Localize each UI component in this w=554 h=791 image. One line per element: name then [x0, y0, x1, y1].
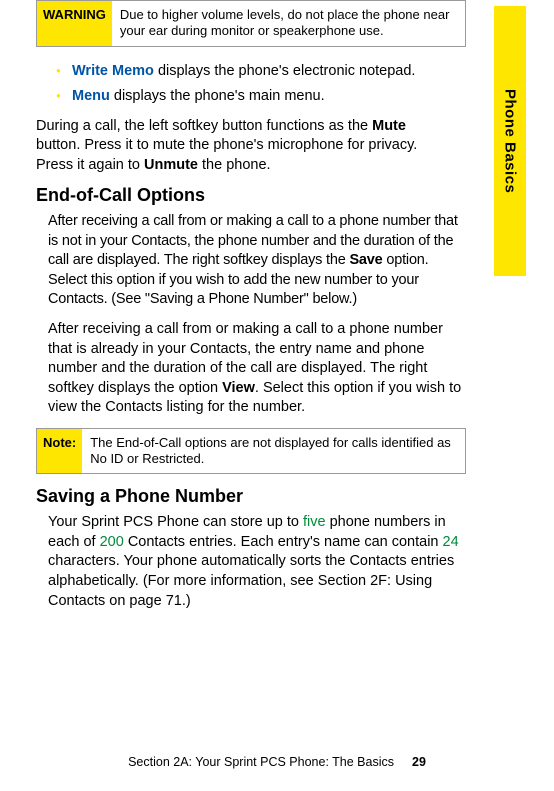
page: Phone Basics WARNING Due to higher volum… — [0, 0, 554, 791]
mute-bold: Mute — [372, 118, 406, 134]
eoc-paragraph-2: After receiving a call from or making a … — [48, 320, 462, 418]
unmute-bold: Unmute — [144, 157, 198, 173]
saving-paragraph: Your Sprint PCS Phone can store up to fi… — [48, 513, 462, 611]
heading-end-of-call: End-of-Call Options — [36, 185, 466, 206]
save-option-bold: Save — [349, 252, 382, 268]
eoc-paragraph-1: After receiving a call from or making a … — [48, 212, 462, 310]
content-column: WARNING Due to higher volume levels, do … — [36, 0, 466, 611]
bullet-text: displays the phone's main menu. — [110, 88, 325, 104]
bullet-lead: Menu — [72, 88, 110, 104]
view-option-bold: View — [222, 380, 255, 396]
note-label: Note: — [37, 429, 82, 474]
warning-label: WARNING — [37, 1, 112, 46]
section-tab: Phone Basics — [494, 6, 526, 276]
footer-section-text: Section 2A: Your Sprint PCS Phone: The B… — [128, 755, 394, 769]
heading-saving-number: Saving a Phone Number — [36, 486, 466, 507]
mute-paragraph: During a call, the left softkey button f… — [36, 117, 450, 176]
footer-page-number: 29 — [412, 755, 426, 769]
list-item: Menu displays the phone's main menu. — [58, 86, 466, 107]
warning-box: WARNING Due to higher volume levels, do … — [36, 0, 466, 47]
bullet-lead: Write Memo — [72, 63, 154, 79]
section-tab-label: Phone Basics — [502, 89, 519, 193]
value-five: five — [303, 514, 326, 530]
note-box: Note: The End-of-Call options are not di… — [36, 428, 466, 475]
value-24: 24 — [443, 534, 459, 550]
bullet-text: displays the phone's electronic notepad. — [154, 63, 416, 79]
list-item: Write Memo displays the phone's electron… — [58, 61, 466, 82]
page-footer: Section 2A: Your Sprint PCS Phone: The B… — [0, 755, 554, 769]
option-bullets: Write Memo displays the phone's electron… — [58, 61, 466, 107]
warning-text: Due to higher volume levels, do not plac… — [112, 1, 465, 46]
value-200: 200 — [100, 534, 124, 550]
note-text: The End-of-Call options are not displaye… — [82, 429, 465, 474]
